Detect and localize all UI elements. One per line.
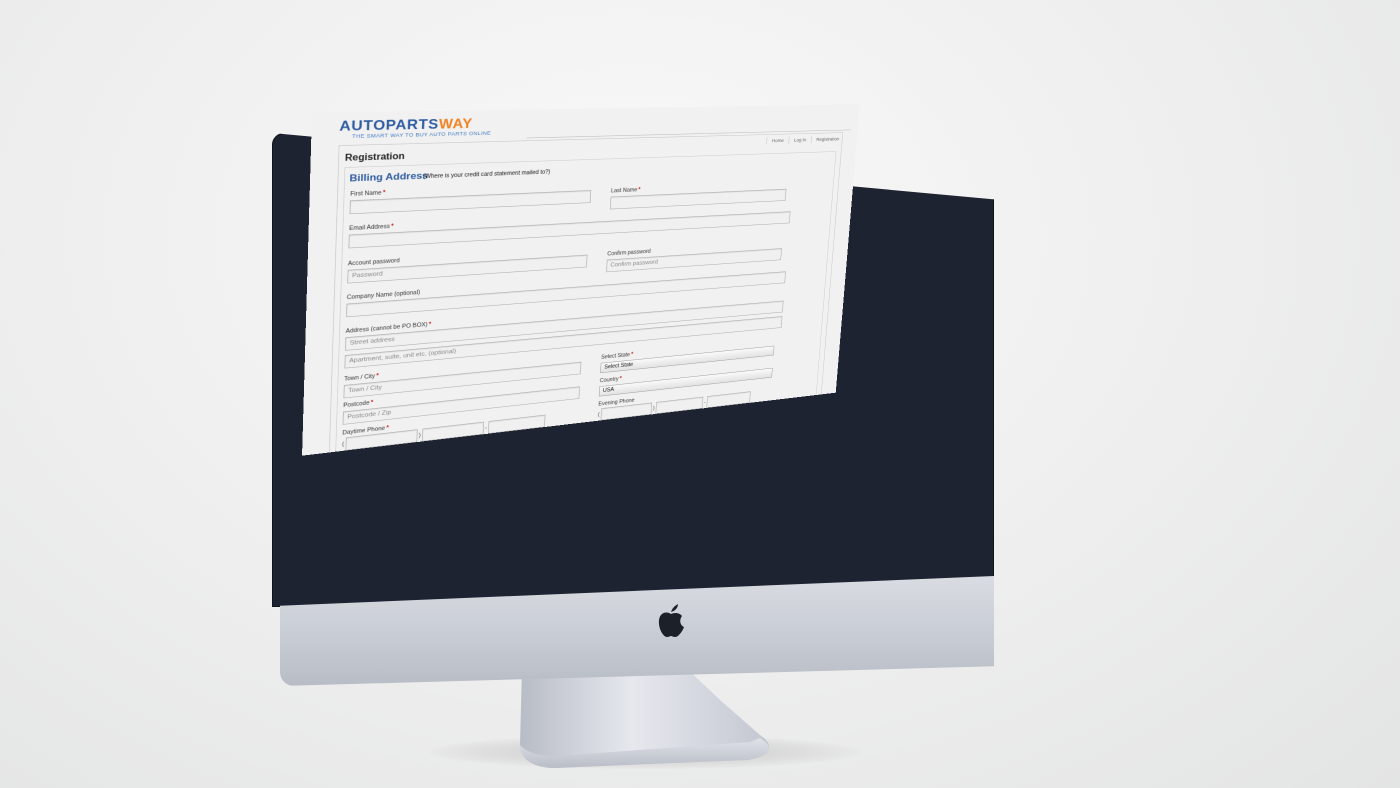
required-marker: * <box>382 189 386 197</box>
required-marker: * <box>638 186 641 193</box>
required-marker: * <box>370 399 374 406</box>
phone-dash: - <box>703 399 706 406</box>
phone-dash: - <box>484 424 488 431</box>
required-marker: * <box>376 372 379 380</box>
nav-registration-link[interactable]: Registration <box>810 135 845 144</box>
phone-open-paren: ( <box>597 411 600 418</box>
required-marker: * <box>390 223 394 230</box>
required-marker: * <box>619 375 622 382</box>
apple-logo-icon <box>658 604 684 637</box>
required-marker: * <box>386 425 389 432</box>
page-title: Registration <box>344 151 405 164</box>
last-name-label-text: Last Name <box>610 187 638 195</box>
phone-open-paren: ( <box>341 440 345 448</box>
phone-close-paren: ) <box>418 432 421 439</box>
required-marker: * <box>630 351 634 358</box>
phone-close-paren: ) <box>652 405 655 412</box>
nav-home-link[interactable]: Home <box>766 136 789 145</box>
floor-shadow <box>430 735 860 769</box>
required-marker: * <box>428 321 432 328</box>
logo-accent-text: WAY <box>438 116 474 132</box>
nav-login-link[interactable]: Log In <box>788 136 812 144</box>
first-name-label-text: First Name <box>350 189 382 198</box>
